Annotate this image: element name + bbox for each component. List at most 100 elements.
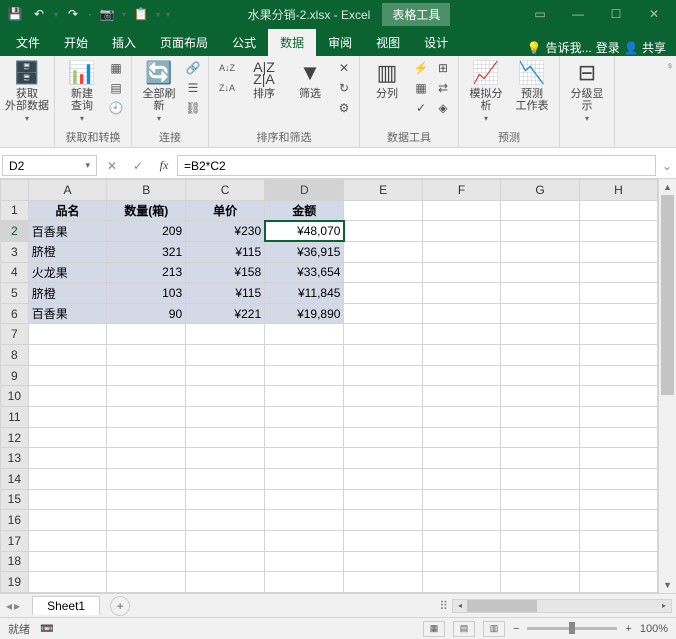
zoom-out-button[interactable]: − xyxy=(513,623,519,635)
cell[interactable]: 213 xyxy=(107,262,186,283)
cell[interactable]: ¥115 xyxy=(186,241,265,262)
cell[interactable]: 金额 xyxy=(265,200,344,221)
col-header[interactable]: C xyxy=(186,180,265,201)
camera-icon[interactable]: 📷 xyxy=(98,5,116,23)
cell[interactable]: ¥11,845 xyxy=(265,283,344,304)
zoom-slider[interactable] xyxy=(527,627,617,630)
scroll-thumb[interactable] xyxy=(467,600,537,612)
clear-filter-icon[interactable]: ✕ xyxy=(335,59,353,77)
connections-icon[interactable]: 🔗 xyxy=(184,59,202,77)
row-header[interactable]: 12 xyxy=(1,427,29,448)
row-header[interactable]: 4 xyxy=(1,262,29,283)
row-header[interactable]: 8 xyxy=(1,345,29,366)
row-header[interactable]: 7 xyxy=(1,324,29,345)
zoom-in-button[interactable]: + xyxy=(625,623,631,635)
normal-view-icon[interactable]: ▦ xyxy=(423,621,445,637)
filter-button[interactable]: ▼筛选 xyxy=(289,59,331,100)
qat-customize[interactable]: ▾ xyxy=(166,10,170,19)
name-box[interactable]: D2▾ xyxy=(2,155,97,176)
save-icon[interactable]: 💾 xyxy=(6,5,24,23)
tab-page-layout[interactable]: 页面布局 xyxy=(148,29,220,56)
row-header[interactable]: 13 xyxy=(1,448,29,469)
scroll-thumb[interactable] xyxy=(661,195,674,395)
scroll-left-icon[interactable]: ◂ xyxy=(453,600,467,612)
vertical-scrollbar[interactable]: ▲ ▼ xyxy=(658,179,676,593)
row-header[interactable]: 16 xyxy=(1,510,29,531)
row-header[interactable]: 3 xyxy=(1,241,29,262)
tab-view[interactable]: 视图 xyxy=(364,29,412,56)
remove-dup-icon[interactable]: ▦ xyxy=(412,79,430,97)
text-to-columns-button[interactable]: ▥分列 xyxy=(366,59,408,100)
sort-desc-button[interactable]: Z↓A xyxy=(215,79,239,97)
forecast-button[interactable]: 📉预测 工作表 xyxy=(511,59,553,112)
row-header[interactable]: 15 xyxy=(1,489,29,510)
add-sheet-button[interactable]: + xyxy=(110,596,130,616)
col-header[interactable]: B xyxy=(107,180,186,201)
cell[interactable]: ¥33,654 xyxy=(265,262,344,283)
cell[interactable]: 火龙果 xyxy=(28,262,107,283)
row-header[interactable]: 14 xyxy=(1,468,29,489)
paste-icon[interactable]: 📋 xyxy=(132,5,150,23)
horizontal-scrollbar[interactable]: ◂ ▸ xyxy=(452,599,672,613)
cell[interactable]: 数量(箱) xyxy=(107,200,186,221)
cell[interactable]: 脐橙 xyxy=(28,283,107,304)
sheet-nav-prev-icon[interactable]: ◂ xyxy=(6,599,12,613)
expand-formula-icon[interactable]: ⌄ xyxy=(658,153,676,178)
cell[interactable]: 百香果 xyxy=(28,303,107,324)
cell[interactable]: 103 xyxy=(107,283,186,304)
cell[interactable]: ¥115 xyxy=(186,283,265,304)
undo-dropdown[interactable]: ▾ xyxy=(54,10,58,19)
share-button[interactable]: 👤 共享 xyxy=(624,39,666,56)
cell[interactable]: ¥36,915 xyxy=(265,241,344,262)
properties-icon[interactable]: ☰ xyxy=(184,79,202,97)
row-header[interactable]: 19 xyxy=(1,572,29,593)
tab-data[interactable]: 数据 xyxy=(268,29,316,56)
scroll-up-icon[interactable]: ▲ xyxy=(659,179,676,195)
maximize-icon[interactable]: ☐ xyxy=(598,4,634,24)
scroll-right-icon[interactable]: ▸ xyxy=(657,600,671,612)
active-cell[interactable]: ¥48,070 xyxy=(265,221,344,242)
cell[interactable]: 209 xyxy=(107,221,186,242)
page-layout-view-icon[interactable]: ▤ xyxy=(453,621,475,637)
row-header[interactable]: 11 xyxy=(1,407,29,428)
row-header[interactable]: 5 xyxy=(1,283,29,304)
recent-sources-icon[interactable]: 🕘 xyxy=(107,99,125,117)
formula-input[interactable]: =B2*C2 xyxy=(177,155,656,176)
cell[interactable]: 90 xyxy=(107,303,186,324)
edit-links-icon[interactable]: ⛓ xyxy=(184,99,202,117)
redo-icon[interactable]: ↷ xyxy=(64,5,82,23)
cell[interactable]: ¥230 xyxy=(186,221,265,242)
row-header[interactable]: 9 xyxy=(1,365,29,386)
cell[interactable]: 百香果 xyxy=(28,221,107,242)
tab-insert[interactable]: 插入 xyxy=(100,29,148,56)
col-header[interactable]: H xyxy=(579,180,658,201)
sort-asc-button[interactable]: A↓Z xyxy=(215,59,239,77)
refresh-all-button[interactable]: 🔄全部刷新▾ xyxy=(138,59,180,125)
collapse-ribbon-icon[interactable]: ˢ xyxy=(664,56,676,147)
row-header[interactable]: 18 xyxy=(1,551,29,572)
cell[interactable]: ¥158 xyxy=(186,262,265,283)
col-header[interactable]: D xyxy=(265,180,344,201)
from-table-icon[interactable]: ▤ xyxy=(107,79,125,97)
flash-fill-icon[interactable]: ⚡ xyxy=(412,59,430,77)
cancel-formula-icon[interactable]: ✕ xyxy=(99,155,125,177)
tellme-text[interactable]: 告诉我... xyxy=(546,39,592,56)
relationships-icon[interactable]: ⇄ xyxy=(434,79,452,97)
tab-file[interactable]: 文件 xyxy=(4,29,52,56)
group-button[interactable]: ⊟分级显示▾ xyxy=(566,59,608,125)
ribbon-options-icon[interactable]: ▭ xyxy=(522,4,558,24)
cell[interactable]: ¥19,890 xyxy=(265,303,344,324)
row-header[interactable]: 17 xyxy=(1,530,29,551)
col-header[interactable]: G xyxy=(501,180,579,201)
select-all-corner[interactable] xyxy=(1,180,29,201)
cell[interactable]: ¥221 xyxy=(186,303,265,324)
tab-review[interactable]: 审阅 xyxy=(316,29,364,56)
tab-formulas[interactable]: 公式 xyxy=(220,29,268,56)
scroll-down-icon[interactable]: ▼ xyxy=(659,577,676,593)
tab-design[interactable]: 设计 xyxy=(412,29,460,56)
tab-home[interactable]: 开始 xyxy=(52,29,100,56)
whatif-button[interactable]: 📈模拟分析▾ xyxy=(465,59,507,125)
data-validation-icon[interactable]: ✓ xyxy=(412,99,430,117)
row-header[interactable]: 10 xyxy=(1,386,29,407)
sheet-nav-next-icon[interactable]: ▸ xyxy=(14,599,20,613)
